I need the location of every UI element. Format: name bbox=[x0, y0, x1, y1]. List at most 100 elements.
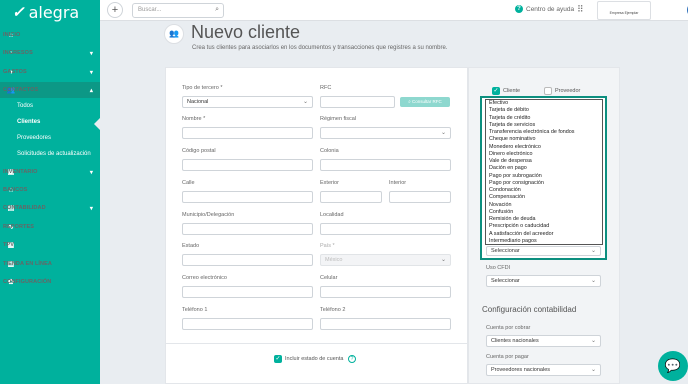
uso-cfdi-select[interactable]: Seleccionar ⌄ bbox=[486, 275, 601, 287]
cxc-label: Cuenta por cobrar bbox=[486, 325, 531, 331]
consultar-rfc-button[interactable]: ⌕ Consultar RFC bbox=[400, 97, 450, 107]
chevron-down-icon: ⌄ bbox=[590, 248, 596, 254]
exterior-input[interactable] bbox=[320, 191, 382, 203]
sidebar-item-inicio[interactable]: ⌂ INICIO bbox=[0, 27, 100, 43]
payment-option[interactable]: Tarjeta de crédito bbox=[486, 115, 602, 122]
interior-label: Interior bbox=[389, 180, 407, 186]
tipo-tercero-label: Tipo de tercero * bbox=[182, 85, 223, 91]
payment-option[interactable]: Monedero electrónico bbox=[486, 144, 602, 151]
payment-option[interactable]: A satisfacción del acreedor bbox=[486, 231, 602, 238]
search-input[interactable]: Buscar... ⌕ bbox=[132, 3, 224, 18]
search-placeholder: Buscar... bbox=[138, 7, 162, 13]
colonia-input[interactable] bbox=[320, 159, 451, 171]
email-field[interactable] bbox=[182, 286, 313, 298]
payment-option[interactable]: Cheque nominativo bbox=[486, 136, 602, 143]
chevron-down-icon: ⌄ bbox=[302, 99, 308, 105]
company-logo[interactable]: Empresa Ejemplar bbox=[597, 1, 651, 20]
consultar-rfc-label: Consultar RFC bbox=[412, 99, 442, 104]
correo-label: Correo electrónico bbox=[182, 275, 227, 281]
sidebar-item-label: CONFIGURACIÓN bbox=[3, 279, 52, 285]
cxc-select[interactable]: Clientes nacionales ⌄ bbox=[486, 335, 601, 347]
localidad-input[interactable] bbox=[320, 223, 451, 235]
payment-method-select[interactable]: Seleccionar ⌄ bbox=[486, 246, 601, 256]
sidebar-item-contactos[interactable]: 👥 CONTACTOS ▴ bbox=[0, 82, 100, 98]
payment-option[interactable]: Pago por subrogación bbox=[486, 173, 602, 180]
chevron-icon: ▾ bbox=[89, 50, 93, 57]
chat-button[interactable]: 💬 bbox=[658, 351, 688, 381]
sidebar-item-inventario[interactable]: ▣ INVENTARIO ▾ bbox=[0, 164, 100, 180]
cxc-value: Clientes nacionales bbox=[491, 338, 539, 344]
sidebar-item-bancos[interactable]: ⌂ BANCOS bbox=[0, 182, 100, 198]
payment-option[interactable]: Dación en pago bbox=[486, 165, 602, 172]
payment-option[interactable]: Tarjeta de débito bbox=[486, 107, 602, 114]
sidebar-item-label: GASTOS bbox=[3, 69, 27, 75]
payment-option[interactable]: Novación bbox=[486, 202, 602, 209]
payment-option[interactable]: Prescripción o caducidad bbox=[486, 223, 602, 230]
nombre-input[interactable] bbox=[182, 127, 313, 139]
sidebar-item-ingresos[interactable]: ◔ INGRESOS ▾ bbox=[0, 45, 100, 61]
alegra-logo-icon: ✓ bbox=[12, 4, 25, 21]
celular-input[interactable] bbox=[320, 286, 451, 298]
quick-add-button[interactable]: + bbox=[107, 2, 123, 18]
sidebar-item-contabilidad[interactable]: ▤ CONTABILIDAD ▾ bbox=[0, 200, 100, 216]
payment-option[interactable]: Tarjeta de servicios bbox=[486, 122, 602, 129]
municipio-label: Municipio/Delegación bbox=[182, 212, 235, 218]
estado-cuenta-checkbox[interactable]: ✓ bbox=[274, 355, 282, 363]
cxp-select[interactable]: Proveedores nacionales ⌄ bbox=[486, 364, 601, 376]
sidebar-item-tienda-en-línea[interactable]: ▥ TIENDA EN LÍNEA bbox=[0, 256, 100, 272]
sidebar-subitem[interactable]: Clientes bbox=[17, 119, 40, 125]
payment-option[interactable]: Condonación bbox=[486, 187, 602, 194]
sidebar-item-tpv[interactable]: ▦ TPV bbox=[0, 237, 100, 253]
sidebar-item-label: TIENDA EN LÍNEA bbox=[3, 261, 52, 267]
payment-method-options[interactable]: Efectivo Tarjeta de débito Tarjeta de créd… bbox=[485, 99, 603, 245]
tipo-tercero-value: Nacional bbox=[187, 99, 209, 105]
telefono1-input[interactable] bbox=[182, 318, 313, 330]
help-icon: ? bbox=[515, 5, 523, 13]
sidebar-item-gastos[interactable]: ◑ GASTOS ▾ bbox=[0, 64, 100, 80]
alegra-logo[interactable]: ✓ alegra bbox=[12, 2, 79, 22]
help-center-link[interactable]: ? Centro de ayuda bbox=[515, 5, 574, 13]
payment-option[interactable]: Pago por consignación bbox=[486, 180, 602, 187]
proveedor-checkbox[interactable] bbox=[544, 87, 552, 95]
calle-input[interactable] bbox=[182, 191, 313, 203]
form-footer-divider bbox=[165, 343, 468, 344]
sidebar-subitem[interactable]: Solicitudes de actualización bbox=[17, 151, 91, 157]
sidebar-item-label: INVENTARIO bbox=[3, 169, 38, 175]
tipo-tercero-select[interactable]: Nacional ⌄ bbox=[182, 96, 313, 108]
cp-input[interactable] bbox=[182, 159, 313, 171]
apps-grid-icon[interactable]: ⠿ bbox=[577, 4, 584, 15]
sidebar-item-label: TPV bbox=[3, 242, 14, 248]
chevron-down-icon: ⌄ bbox=[440, 257, 446, 263]
pais-value: México bbox=[325, 257, 343, 263]
estado-input[interactable] bbox=[182, 254, 313, 266]
cliente-checkbox[interactable]: ✓ bbox=[492, 87, 500, 95]
sidebar-subitem[interactable]: Proveedores bbox=[17, 135, 51, 141]
payment-option[interactable]: Efectivo bbox=[486, 100, 602, 107]
payment-option[interactable]: Vale de despensa bbox=[486, 158, 602, 165]
payment-option[interactable]: Confusión bbox=[486, 209, 602, 216]
rfc-input[interactable] bbox=[320, 96, 395, 108]
cliente-label: Cliente bbox=[503, 88, 521, 94]
sidebar-item-label: CONTABILIDAD bbox=[3, 205, 46, 211]
payment-option[interactable]: Transferencia electrónica de fondos bbox=[486, 129, 602, 136]
chevron-icon: ▾ bbox=[89, 169, 93, 176]
help-icon[interactable]: ? bbox=[348, 355, 356, 363]
sidebar-item-reportes[interactable]: ∿ REPORTES bbox=[0, 219, 100, 235]
payment-option[interactable]: Dinero electrónico bbox=[486, 151, 602, 158]
interior-input[interactable] bbox=[389, 191, 451, 203]
municipio-input[interactable] bbox=[182, 223, 313, 235]
payment-option[interactable]: Remisión de deuda bbox=[486, 216, 602, 223]
payment-option[interactable]: Intermediario pagos bbox=[486, 238, 602, 244]
regimen-select[interactable]: ⌄ bbox=[320, 127, 451, 139]
help-label: Centro de ayuda bbox=[526, 5, 575, 13]
sidebar-subitem[interactable]: Todos bbox=[17, 103, 33, 109]
nombre-label: Nombre * bbox=[182, 116, 206, 122]
telefono2-input[interactable] bbox=[320, 318, 451, 330]
sidebar-item-configuración[interactable]: ✿ CONFIGURACIÓN bbox=[0, 274, 100, 290]
chevron-down-icon: ⌄ bbox=[590, 278, 596, 284]
page-title: Nuevo cliente bbox=[191, 22, 301, 42]
payment-option[interactable]: Compensación bbox=[486, 194, 602, 201]
active-pointer bbox=[94, 118, 100, 130]
estado-cuenta-label: Incluir estado de cuenta bbox=[285, 356, 344, 362]
pais-select: México ⌄ bbox=[320, 254, 451, 266]
